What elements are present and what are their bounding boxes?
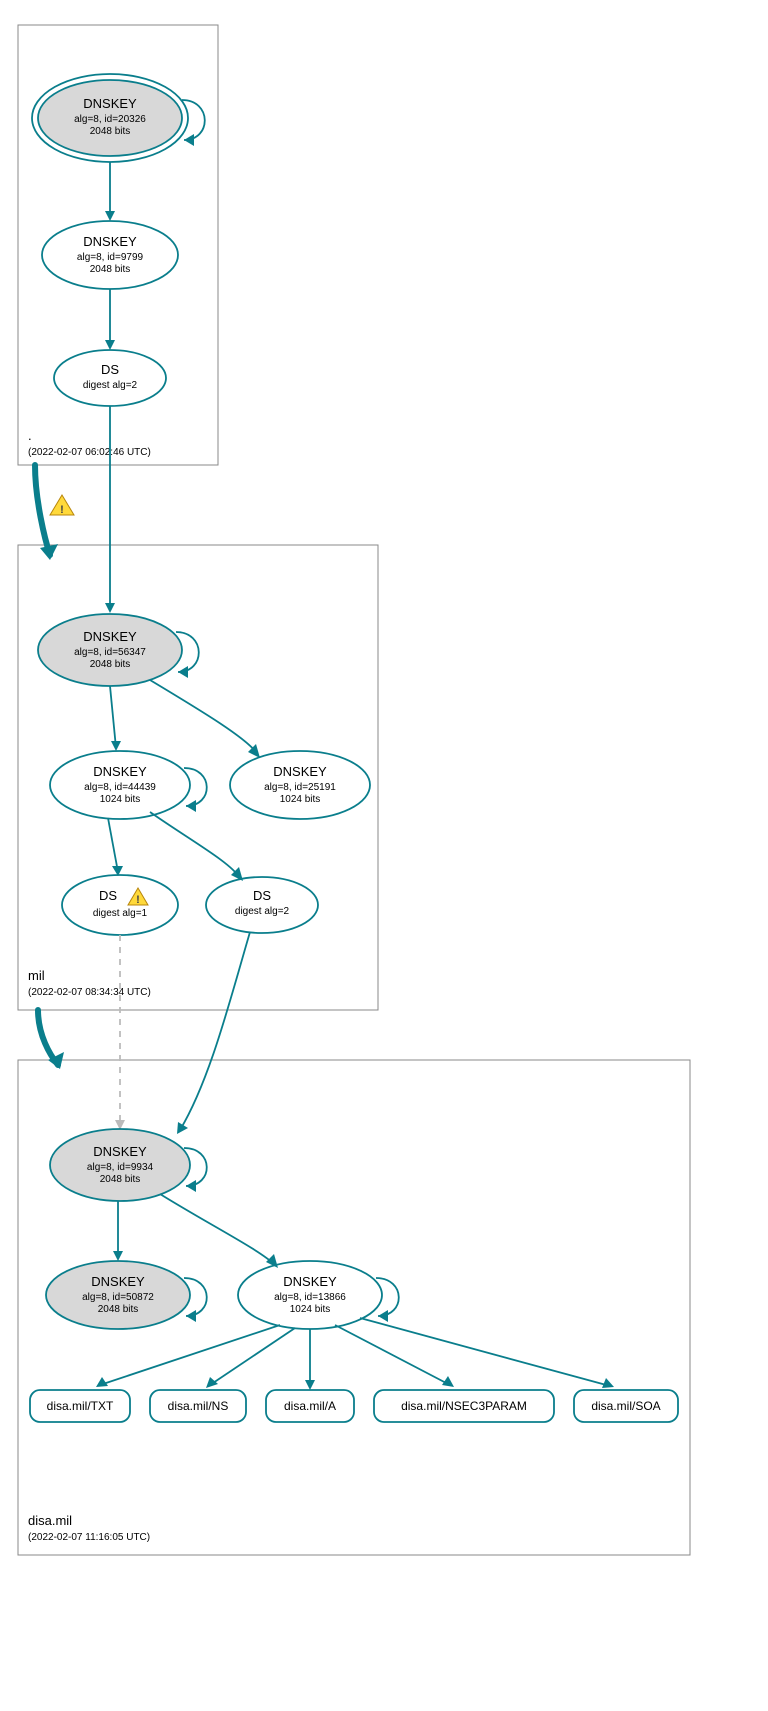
- svg-text:DNSKEY: DNSKEY: [91, 1274, 145, 1289]
- svg-text:alg=8, id=13866: alg=8, id=13866: [274, 1292, 346, 1303]
- zone-label-disa: disa.mil: [28, 1513, 72, 1528]
- svg-text:1024 bits: 1024 bits: [100, 794, 141, 805]
- node-mil-zsk1: DNSKEY alg=8, id=44439 1024 bits: [50, 751, 207, 819]
- svg-text:disa.mil/TXT: disa.mil/TXT: [47, 1399, 114, 1413]
- svg-text:DNSKEY: DNSKEY: [83, 96, 137, 111]
- record-soa: disa.mil/SOA: [574, 1390, 678, 1422]
- svg-text:alg=8, id=56347: alg=8, id=56347: [74, 647, 146, 658]
- svg-text:digest alg=1: digest alg=1: [93, 908, 148, 919]
- svg-text:disa.mil/A: disa.mil/A: [284, 1399, 336, 1413]
- svg-text:DNSKEY: DNSKEY: [283, 1274, 337, 1289]
- svg-text:1024 bits: 1024 bits: [280, 794, 321, 805]
- node-root-ksk: DNSKEY alg=8, id=20326 2048 bits: [32, 74, 205, 162]
- svg-text:2048 bits: 2048 bits: [90, 126, 131, 137]
- zone-time-disa: (2022-02-07 11:16:05 UTC): [28, 1532, 150, 1543]
- svg-text:alg=8, id=20326: alg=8, id=20326: [74, 114, 146, 125]
- svg-text:DNSKEY: DNSKEY: [83, 234, 137, 249]
- svg-text:disa.mil/SOA: disa.mil/SOA: [591, 1399, 660, 1413]
- node-disa-k2: DNSKEY alg=8, id=50872 2048 bits: [46, 1261, 207, 1329]
- dnssec-diagram: . (2022-02-07 06:02:46 UTC) mil (2022-02…: [0, 0, 768, 1711]
- svg-text:DNSKEY: DNSKEY: [273, 764, 327, 779]
- svg-text:!: !: [60, 504, 64, 516]
- svg-text:alg=8, id=9934: alg=8, id=9934: [87, 1162, 154, 1173]
- svg-text:DS: DS: [101, 362, 119, 377]
- node-mil-zsk2: DNSKEY alg=8, id=25191 1024 bits: [230, 751, 370, 819]
- warning-icon: !: [50, 495, 74, 516]
- svg-text:!: !: [136, 894, 140, 906]
- node-root-zsk: DNSKEY alg=8, id=9799 2048 bits: [42, 221, 178, 289]
- svg-text:disa.mil/NSEC3PARAM: disa.mil/NSEC3PARAM: [401, 1399, 527, 1413]
- zone-label-mil: mil: [28, 968, 45, 983]
- node-disa-ksk: DNSKEY alg=8, id=9934 2048 bits: [50, 1129, 207, 1201]
- svg-text:DNSKEY: DNSKEY: [83, 629, 137, 644]
- svg-text:digest alg=2: digest alg=2: [235, 906, 290, 917]
- node-disa-zsk: DNSKEY alg=8, id=13866 1024 bits: [238, 1261, 399, 1329]
- svg-text:2048 bits: 2048 bits: [100, 1174, 141, 1185]
- record-txt: disa.mil/TXT: [30, 1390, 130, 1422]
- record-a: disa.mil/A: [266, 1390, 354, 1422]
- node-root-ds: DS digest alg=2: [54, 350, 166, 406]
- svg-text:alg=8, id=44439: alg=8, id=44439: [84, 782, 156, 793]
- zone-label-root: .: [28, 428, 32, 443]
- svg-text:DS: DS: [253, 888, 271, 903]
- node-mil-ds2: DS digest alg=2: [206, 877, 318, 933]
- svg-text:DNSKEY: DNSKEY: [93, 764, 147, 779]
- svg-text:2048 bits: 2048 bits: [90, 659, 131, 670]
- svg-text:alg=8, id=25191: alg=8, id=25191: [264, 782, 336, 793]
- svg-text:1024 bits: 1024 bits: [290, 1304, 331, 1315]
- zone-time-mil: (2022-02-07 08:34:34 UTC): [28, 987, 151, 998]
- svg-text:DS: DS: [99, 888, 117, 903]
- svg-text:alg=8, id=50872: alg=8, id=50872: [82, 1292, 154, 1303]
- record-ns: disa.mil/NS: [150, 1390, 246, 1422]
- node-mil-ds1: DS ! digest alg=1: [62, 875, 178, 935]
- svg-text:alg=8, id=9799: alg=8, id=9799: [77, 252, 144, 263]
- svg-text:DNSKEY: DNSKEY: [93, 1144, 147, 1159]
- zone-time-root: (2022-02-07 06:02:46 UTC): [28, 447, 151, 458]
- node-mil-ksk: DNSKEY alg=8, id=56347 2048 bits: [38, 614, 199, 686]
- svg-text:2048 bits: 2048 bits: [90, 264, 131, 275]
- svg-text:2048 bits: 2048 bits: [98, 1304, 139, 1315]
- record-nsec3: disa.mil/NSEC3PARAM: [374, 1390, 554, 1422]
- svg-text:digest alg=2: digest alg=2: [83, 380, 138, 391]
- svg-text:disa.mil/NS: disa.mil/NS: [168, 1399, 229, 1413]
